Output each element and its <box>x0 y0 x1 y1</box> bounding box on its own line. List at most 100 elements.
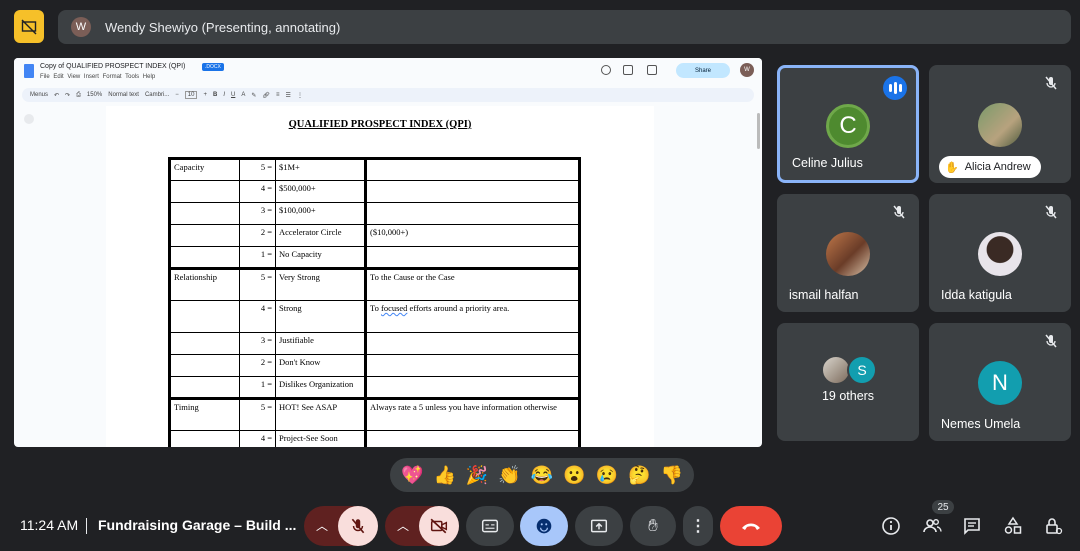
end-call-button[interactable] <box>720 506 782 546</box>
present-button[interactable] <box>575 506 623 546</box>
presenter-banner[interactable]: W Wendy Shewiyo (Presenting, annotating) <box>58 10 1071 44</box>
more-icon[interactable]: ⋮ <box>297 92 303 99</box>
size-increase-icon[interactable]: + <box>203 92 207 98</box>
participant-name: Celine Julius <box>792 156 863 170</box>
bold-icon[interactable]: B <box>213 92 217 98</box>
history-icon[interactable] <box>601 65 611 75</box>
mic-off-icon <box>1045 334 1057 348</box>
avatar: C <box>826 104 870 148</box>
align-icon[interactable]: ≡ <box>276 92 280 98</box>
reactions-bar: 💖 👍 🎉 👏 😂 😮 😢 🤔 👎 <box>390 458 694 492</box>
shared-screen: Copy of QUALIFIED PROSPECT INDEX (QPI) .… <box>14 58 762 447</box>
captions-button[interactable] <box>466 506 514 546</box>
chat-icon[interactable] <box>962 516 982 536</box>
outline-icon[interactable] <box>24 114 34 124</box>
reaction-emoji[interactable]: 😢 <box>593 465 621 486</box>
participant-tile-idda[interactable]: Idda katigula <box>929 194 1071 312</box>
camera-control-group: ︿ <box>385 506 459 546</box>
mic-control-group: ︿ <box>304 506 378 546</box>
text-color-icon[interactable]: A <box>241 92 245 98</box>
table-cell-desc: Don't Know <box>275 354 367 377</box>
underline-icon[interactable]: U <box>231 92 235 98</box>
reaction-emoji[interactable]: 😮 <box>560 465 588 486</box>
highlight-icon[interactable]: ✎ <box>251 92 256 99</box>
video-icon[interactable] <box>647 65 657 75</box>
redo-icon[interactable]: ↷ <box>65 92 70 99</box>
table-cell-cat <box>169 354 240 377</box>
table-cell-note: To focused efforts around a priority are… <box>365 300 580 333</box>
table-row: 4 = $500,000+ <box>169 180 580 203</box>
reactions-button[interactable] <box>520 506 568 546</box>
zoom-select[interactable]: 150% <box>87 92 102 98</box>
meeting-title[interactable]: Fundraising Garage – Build ... <box>98 517 296 533</box>
reaction-emoji[interactable]: 😂 <box>528 465 556 486</box>
font-select[interactable]: Cambri... <box>145 92 169 98</box>
reaction-emoji[interactable]: 💖 <box>398 465 426 486</box>
table-cell-score: 3 = <box>239 332 276 355</box>
camera-options-chevron-icon[interactable]: ︿ <box>397 517 409 534</box>
host-controls-icon[interactable] <box>1043 516 1063 536</box>
mic-off-icon <box>1045 205 1057 219</box>
participant-tile-ismail[interactable]: ismail halfan <box>777 194 919 312</box>
share-button[interactable]: Share <box>676 63 730 78</box>
table-cell-desc: $100,000+ <box>275 202 367 225</box>
mic-options-chevron-icon[interactable]: ︿ <box>316 517 328 534</box>
size-decrease-icon[interactable]: − <box>175 92 179 98</box>
avatar <box>826 232 870 276</box>
reaction-emoji[interactable]: 🤔 <box>625 465 653 486</box>
print-icon[interactable]: ⎙ <box>76 92 81 99</box>
italic-icon[interactable]: I <box>223 92 225 98</box>
raise-hand-button[interactable]: ✋︎ <box>630 506 676 546</box>
font-size-input[interactable]: 10 <box>184 91 198 99</box>
table-cell-cat <box>169 224 240 247</box>
participant-name: ismail halfan <box>789 288 859 302</box>
participant-tile-celine[interactable]: C Celine Julius <box>777 65 919 183</box>
docs-avatar[interactable]: W <box>740 63 754 77</box>
mic-off-icon <box>351 518 365 534</box>
avatar <box>978 103 1022 147</box>
table-cell-cat <box>169 202 240 225</box>
table-cell-desc: Strong <box>275 300 367 333</box>
search-menus[interactable]: Menus <box>30 92 48 98</box>
info-icon[interactable] <box>881 516 901 536</box>
document-page[interactable]: QUALIFIED PROSPECT INDEX (QPI) Capacity 5… <box>106 106 654 447</box>
qpi-table: Capacity 5 = $1M+ 4 = $500,000+ 3 = $100,000+ 2… <box>168 157 581 447</box>
docs-logo-icon <box>24 64 34 78</box>
list-icon[interactable]: ☰ <box>286 92 291 99</box>
camera-off-icon <box>430 518 448 534</box>
doc-menu-bar[interactable]: File Edit View Insert Format Tools Help <box>40 74 155 80</box>
presenter-avatar: W <box>71 17 91 37</box>
captions-icon <box>481 519 499 533</box>
table-cell-note <box>365 180 580 203</box>
avatar <box>978 232 1022 276</box>
reaction-emoji[interactable]: 👏 <box>496 465 524 486</box>
camera-toggle-button[interactable] <box>419 506 459 546</box>
reaction-emoji[interactable]: 🎉 <box>463 465 491 486</box>
mic-toggle-button[interactable] <box>338 506 378 546</box>
table-cell-note <box>365 430 580 447</box>
style-select[interactable]: Normal text <box>108 92 139 98</box>
participant-tile-alicia[interactable]: ✋ Alicia Andrew <box>929 65 1071 183</box>
reaction-emoji[interactable]: 👍 <box>431 465 459 486</box>
participant-tile-nemes[interactable]: N Nemes Umela <box>929 323 1071 441</box>
table-cell-desc: No Capacity <box>275 246 367 269</box>
scrollbar[interactable] <box>757 113 760 149</box>
comment-icon[interactable] <box>623 65 633 75</box>
hang-up-icon <box>742 523 760 530</box>
table-cell-score: 2 = <box>239 224 276 247</box>
table-cell-note <box>365 158 580 181</box>
activities-icon[interactable] <box>1003 516 1023 536</box>
more-options-button[interactable]: ⋮ <box>683 506 713 546</box>
participant-tile-others[interactable]: S 19 others <box>777 323 919 441</box>
table-cell-desc: $1M+ <box>275 158 367 181</box>
people-icon[interactable] <box>922 516 942 536</box>
table-cell-cat <box>169 246 240 269</box>
table-cell-score: 4 = <box>239 300 276 333</box>
link-icon[interactable]: 🔗︎ <box>262 92 270 99</box>
table-cell-cat: Timing <box>169 397 240 431</box>
table-cell-note: Always rate a 5 unless you have informat… <box>365 397 580 431</box>
doc-title[interactable]: Copy of QUALIFIED PROSPECT INDEX (QPI) <box>40 63 185 70</box>
reaction-emoji[interactable]: 👎 <box>658 465 686 486</box>
undo-icon[interactable]: ↶ <box>54 92 59 99</box>
presentation-icon[interactable] <box>14 10 44 43</box>
